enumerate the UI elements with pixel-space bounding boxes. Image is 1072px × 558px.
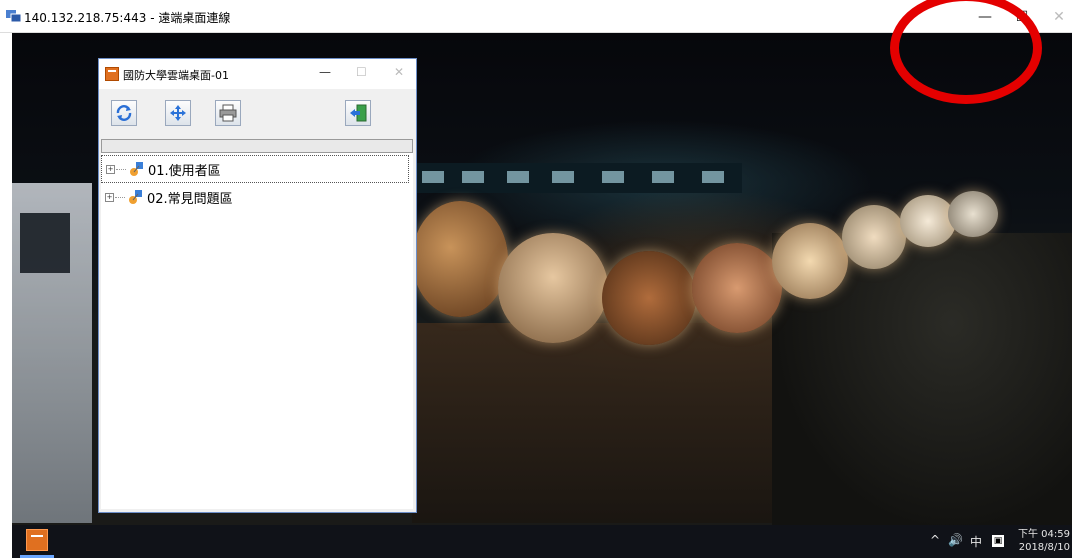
wallpaper-photo	[772, 223, 848, 299]
wallpaper-photo	[692, 243, 782, 333]
move-button[interactable]	[165, 100, 191, 126]
app-logo-icon	[105, 67, 119, 81]
tree-item-faq-area[interactable]: + 02.常見問題區	[101, 183, 409, 211]
print-icon	[219, 104, 237, 122]
refresh-button[interactable]	[111, 100, 137, 126]
wallpaper-photo	[842, 205, 906, 269]
expand-icon[interactable]: +	[106, 164, 115, 174]
app-window-title: 國防大學雲端桌面-01	[123, 69, 229, 82]
exit-icon	[350, 104, 367, 122]
folder-network-icon	[130, 162, 143, 176]
tree-view: + 01.使用者區 + 02.常見問題區	[101, 153, 413, 509]
volume-icon[interactable]: 🔊	[948, 533, 963, 547]
exit-button[interactable]	[345, 100, 371, 126]
tree-item-label: 02.常見問題區	[147, 191, 233, 207]
tree-connector	[116, 168, 126, 170]
wallpaper-photo	[602, 251, 696, 345]
rdp-close-button[interactable]: ✕	[1038, 0, 1072, 33]
tray-overflow-chevron-icon[interactable]: ^	[930, 533, 940, 547]
app-title-bar: 國防大學雲端桌面-01 — ☐ ✕	[99, 59, 416, 89]
clock-time: 下午 04:59	[1018, 529, 1070, 540]
folder-network-icon	[129, 190, 142, 204]
taskbar: ^ 🔊 中 ▣ 下午 04:59 2018/8/10	[12, 525, 1072, 558]
wallpaper-photo	[948, 191, 998, 237]
app-minimize-button[interactable]: —	[319, 65, 331, 79]
app-close-button[interactable]: ✕	[394, 65, 404, 79]
wallpaper-photo	[498, 233, 608, 343]
wallpaper-photo	[900, 195, 956, 247]
ime-mode-icon[interactable]: ▣	[992, 535, 1004, 547]
wallpaper-building	[12, 183, 92, 523]
tree-connector	[115, 196, 125, 198]
app-maximize-button[interactable]: ☐	[356, 65, 367, 79]
taskbar-app-icon[interactable]	[26, 529, 48, 551]
system-clock[interactable]: 下午 04:59 2018/8/10	[1018, 528, 1070, 554]
remote-desktop-icon	[6, 10, 22, 23]
clock-date: 2018/8/10	[1018, 542, 1070, 553]
rdp-window-title: 140.132.218.75:443 - 遠端桌面連線	[24, 11, 231, 25]
print-button[interactable]	[215, 100, 241, 126]
refresh-icon	[116, 105, 132, 121]
tree-header	[101, 139, 413, 153]
move-icon	[170, 105, 186, 121]
tree-item-user-area[interactable]: + 01.使用者區	[101, 155, 409, 183]
wallpaper-photo	[412, 201, 508, 317]
wallpaper-plaza	[412, 323, 832, 523]
ime-indicator[interactable]: 中	[970, 533, 982, 550]
expand-icon[interactable]: +	[105, 192, 114, 202]
cloud-desktop-window: 國防大學雲端桌面-01 — ☐ ✕ + 01.使用者區 + 02.常見問題區	[98, 58, 417, 513]
app-toolbar	[99, 93, 416, 137]
wallpaper-building-row	[412, 163, 742, 193]
tree-item-label: 01.使用者區	[148, 163, 221, 179]
